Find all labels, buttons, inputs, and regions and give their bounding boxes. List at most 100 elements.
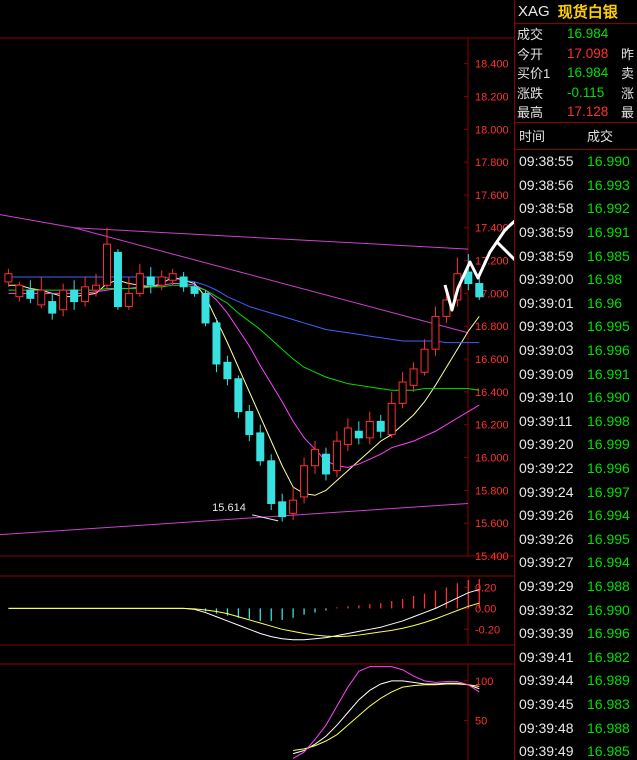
quote-row: 成交 16.984: [515, 24, 637, 44]
y-tick-label: 15.400: [475, 551, 509, 563]
quote-extra-label: 最: [621, 105, 635, 121]
y-tick-label: 50: [475, 715, 487, 727]
tick-time: 09:39:26: [519, 530, 574, 547]
candle-body: [376, 420, 385, 432]
quote-label: 成交: [517, 27, 544, 43]
tick-row[interactable]: 09:39:20 16.999: [515, 433, 637, 457]
candle-body: [398, 381, 407, 404]
tick-row[interactable]: 09:39:11 16.998: [515, 409, 637, 433]
tick-time: 09:39:03: [519, 342, 574, 359]
tick-row[interactable]: 09:39:27 16.994: [515, 551, 637, 575]
tick-row[interactable]: 09:39:09 16.991: [515, 362, 637, 386]
tick-price: 16.994: [587, 507, 630, 524]
candle-body: [365, 420, 374, 439]
tick-list[interactable]: 09:38:55 16.990 09:38:56 16.993 09:38:58 16.9…: [515, 150, 637, 760]
tick-row[interactable]: 09:38:56 16.993: [515, 173, 637, 197]
moving-average-line: [8, 283, 480, 468]
candle-body: [48, 301, 57, 314]
candle-body: [168, 273, 177, 281]
tick-row[interactable]: 09:39:45 16.983: [515, 692, 637, 716]
candle-body: [212, 322, 221, 365]
tick-price: 16.992: [587, 200, 630, 217]
quote-label: 买价1: [517, 66, 551, 82]
symbol-name: 现货白银: [557, 4, 618, 21]
tick-time: 09:38:55: [519, 153, 574, 170]
candle-body: [15, 284, 24, 298]
tick-time: 09:39:48: [519, 719, 574, 736]
y-tick-label: 15.600: [475, 518, 509, 530]
tick-row[interactable]: 09:38:55 16.990: [515, 150, 637, 174]
candle-body: [135, 273, 144, 294]
moving-average-line: [8, 276, 480, 496]
candle-body: [387, 402, 396, 436]
quote-panel: XAG 现货白银 成交 16.984 今开 17.098 昨买价1 16.984 卖涨跌 -0…: [514, 0, 637, 760]
quote-label: 最高: [517, 105, 544, 121]
y-tick-label: 16.400: [475, 387, 509, 399]
tick-time: 09:38:58: [519, 200, 574, 217]
tick-time: 09:39:01: [519, 294, 574, 311]
y-tick-label: 16.200: [475, 420, 509, 432]
quote-extra-label: 卖: [621, 66, 635, 82]
tick-row[interactable]: 09:39:22 16.996: [515, 456, 637, 480]
tick-time: 09:39:29: [519, 577, 574, 594]
tick-time: 09:39:03: [519, 318, 574, 335]
tick-row[interactable]: 09:39:29 16.988: [515, 574, 637, 598]
tick-time: 09:39:49: [519, 743, 574, 760]
candle-body: [59, 289, 68, 311]
candle-body: [278, 501, 287, 518]
tick-row[interactable]: 09:39:48 16.988: [515, 716, 637, 740]
trend-line: [73, 227, 469, 334]
tick-row[interactable]: 09:39:03 16.996: [515, 338, 637, 362]
tick-price: 16.988: [587, 719, 630, 736]
tick-row[interactable]: 09:39:49 16.985: [515, 739, 637, 760]
quote-extra-label: 昨: [621, 46, 635, 62]
tick-row[interactable]: 09:39:32 16.990: [515, 598, 637, 622]
tick-row[interactable]: 09:39:44 16.989: [515, 669, 637, 693]
tick-row[interactable]: 09:39:24 16.997: [515, 480, 637, 504]
tick-row[interactable]: 09:39:00 16.98: [515, 267, 637, 291]
candle-body: [311, 448, 320, 467]
tick-row[interactable]: 09:39:41 16.982: [515, 645, 637, 669]
tick-row[interactable]: 09:39:39 16.996: [515, 621, 637, 645]
tick-time: 09:39:41: [519, 648, 574, 665]
quote-extra-label: 涨: [621, 85, 635, 101]
tick-row[interactable]: 09:39:03 16.995: [515, 315, 637, 339]
quote-value: -0.115: [567, 84, 605, 100]
quote-rows: 成交 16.984 今开 17.098 昨买价1 16.984 卖涨跌 -0.115 涨最高 17…: [515, 24, 637, 122]
tick-time: 09:39:22: [519, 460, 574, 477]
candle-body: [190, 286, 199, 294]
tick-row[interactable]: 09:39:01 16.96: [515, 291, 637, 315]
tick-price: 16.995: [587, 530, 630, 547]
quote-row: 最高 17.128 最: [515, 102, 637, 122]
quote-row: 买价1 16.984 卖: [515, 63, 637, 83]
y-tick-label: 17.600: [475, 190, 509, 202]
y-tick-label: 18.200: [475, 91, 509, 103]
candle-body: [256, 432, 265, 462]
tick-price: 16.988: [587, 577, 630, 594]
tick-price: 16.995: [587, 318, 630, 335]
candle-body: [300, 465, 309, 498]
y-tick-label: 16.800: [475, 321, 509, 333]
tick-price: 16.98: [587, 271, 623, 288]
symbol-code: XAG: [518, 3, 550, 20]
y-tick-label: 16.000: [475, 453, 509, 465]
tick-row[interactable]: 09:39:26 16.994: [515, 503, 637, 527]
candle-body: [124, 292, 133, 308]
chart-area[interactable]: 18.400 18.200 18.000 17.800 17.600 17.400 17.2…: [0, 0, 514, 760]
tick-row[interactable]: 09:39:10 16.990: [515, 385, 637, 409]
tick-row[interactable]: 09:38:58 16.992: [515, 197, 637, 221]
tick-row[interactable]: 09:39:26 16.995: [515, 527, 637, 551]
tick-header: 时间 成交: [515, 121, 637, 150]
chart-svg: 18.40018.20018.00017.80017.60017.40017.2…: [0, 37, 514, 760]
tick-row[interactable]: 09:38:59 16.991: [515, 220, 637, 244]
tick-time: 09:39:24: [519, 483, 574, 500]
tick-price: 16.990: [587, 389, 630, 406]
tick-time: 09:38:56: [519, 176, 574, 193]
y-tick-label: 0.00: [475, 603, 496, 615]
kdj-j-line: [292, 666, 480, 759]
candle-body: [157, 276, 166, 286]
tick-row[interactable]: 09:38:59 16.985: [515, 244, 637, 268]
candle-body: [179, 276, 188, 288]
candle-body: [146, 276, 155, 286]
macd-dif-line: [8, 589, 480, 641]
